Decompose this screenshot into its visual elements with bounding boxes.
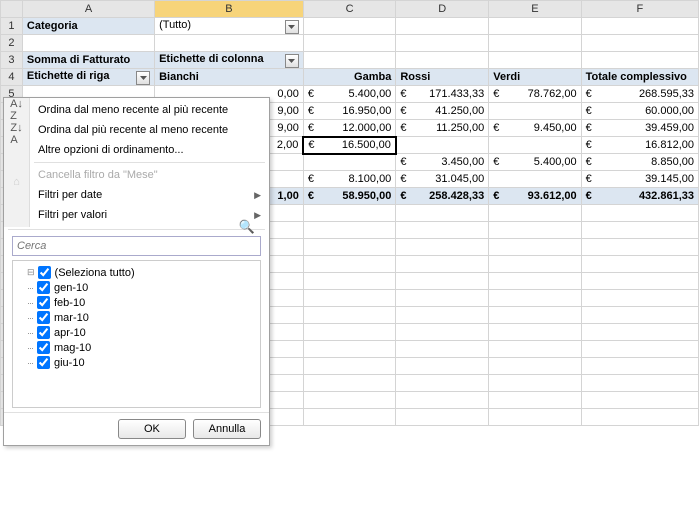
value-filters-item[interactable]: Filtri per valori▶	[30, 205, 269, 225]
tree-item[interactable]: ···giu-10	[17, 355, 256, 370]
item-checkbox[interactable]	[37, 356, 50, 369]
pivot-values-label: Somma di Fatturato	[22, 52, 154, 69]
col-item: Verdi	[489, 69, 581, 86]
submenu-arrow-icon: ▶	[254, 210, 261, 221]
cancel-button[interactable]: Annulla	[193, 419, 261, 439]
tree-item[interactable]: ···mag-10	[17, 340, 256, 355]
tree-item[interactable]: ···gen-10	[17, 280, 256, 295]
date-filters-item[interactable]: Filtri per date▶	[30, 185, 269, 205]
clear-filter-item: Cancella filtro da "Mese"	[30, 165, 269, 185]
tree-item[interactable]: ···mar-10	[17, 310, 256, 325]
row-header[interactable]: 2	[1, 35, 23, 52]
col-header-b[interactable]: B	[155, 1, 304, 18]
dropdown-icon[interactable]	[285, 20, 299, 34]
filter-value-cell[interactable]: (Tutto)	[155, 18, 304, 35]
item-checkbox[interactable]	[37, 326, 50, 339]
more-sort-item[interactable]: Altre opzioni di ordinamento...	[30, 140, 269, 160]
item-checkbox[interactable]	[37, 281, 50, 294]
sort-desc-item[interactable]: Ordina dal più recente al meno recente	[30, 120, 269, 140]
filter-menu: A↓Z Z↓A ⌂ Ordina dal meno recente al più…	[3, 97, 270, 446]
item-checkbox[interactable]	[37, 311, 50, 324]
col-header-f[interactable]: F	[581, 1, 698, 18]
select-all-checkbox[interactable]	[38, 266, 51, 279]
search-icon[interactable]: 🔍	[239, 219, 255, 235]
col-header-a[interactable]: A	[22, 1, 154, 18]
col-total: Totale complessivo	[581, 69, 698, 86]
col-header-c[interactable]: C	[303, 1, 395, 18]
search-input[interactable]	[12, 236, 261, 256]
filter-tree[interactable]: ⊟(Seleziona tutto) ···gen-10···feb-10···…	[12, 260, 261, 408]
filter-field-label: Categoria	[22, 18, 154, 35]
row-labels-header[interactable]: Etichette di riga	[22, 69, 154, 86]
col-labels-header[interactable]: Etichette di colonna	[155, 52, 304, 69]
row-header[interactable]: 1	[1, 18, 23, 35]
col-item: Bianchi	[155, 69, 304, 86]
col-header-e[interactable]: E	[489, 1, 581, 18]
item-checkbox[interactable]	[37, 341, 50, 354]
col-header-d[interactable]: D	[396, 1, 489, 18]
sort-desc-icon: Z↓A	[4, 122, 29, 146]
select-all-corner[interactable]	[1, 1, 23, 18]
tree-item[interactable]: ···apr-10	[17, 325, 256, 340]
dropdown-icon[interactable]	[285, 54, 299, 68]
sort-asc-item[interactable]: Ordina dal meno recente al più recente	[30, 100, 269, 120]
clear-filter-icon: ⌂	[4, 170, 29, 194]
dropdown-icon[interactable]	[136, 71, 150, 85]
col-item: Rossi	[396, 69, 489, 86]
col-item: Gamba	[303, 69, 395, 86]
submenu-arrow-icon: ▶	[254, 190, 261, 201]
select-all-item[interactable]: ⊟(Seleziona tutto)	[17, 265, 256, 280]
row-header[interactable]: 4	[1, 69, 23, 86]
sort-asc-icon: A↓Z	[4, 98, 29, 122]
row-header[interactable]: 3	[1, 52, 23, 69]
ok-button[interactable]: OK	[118, 419, 186, 439]
tree-item[interactable]: ···feb-10	[17, 295, 256, 310]
item-checkbox[interactable]	[37, 296, 50, 309]
